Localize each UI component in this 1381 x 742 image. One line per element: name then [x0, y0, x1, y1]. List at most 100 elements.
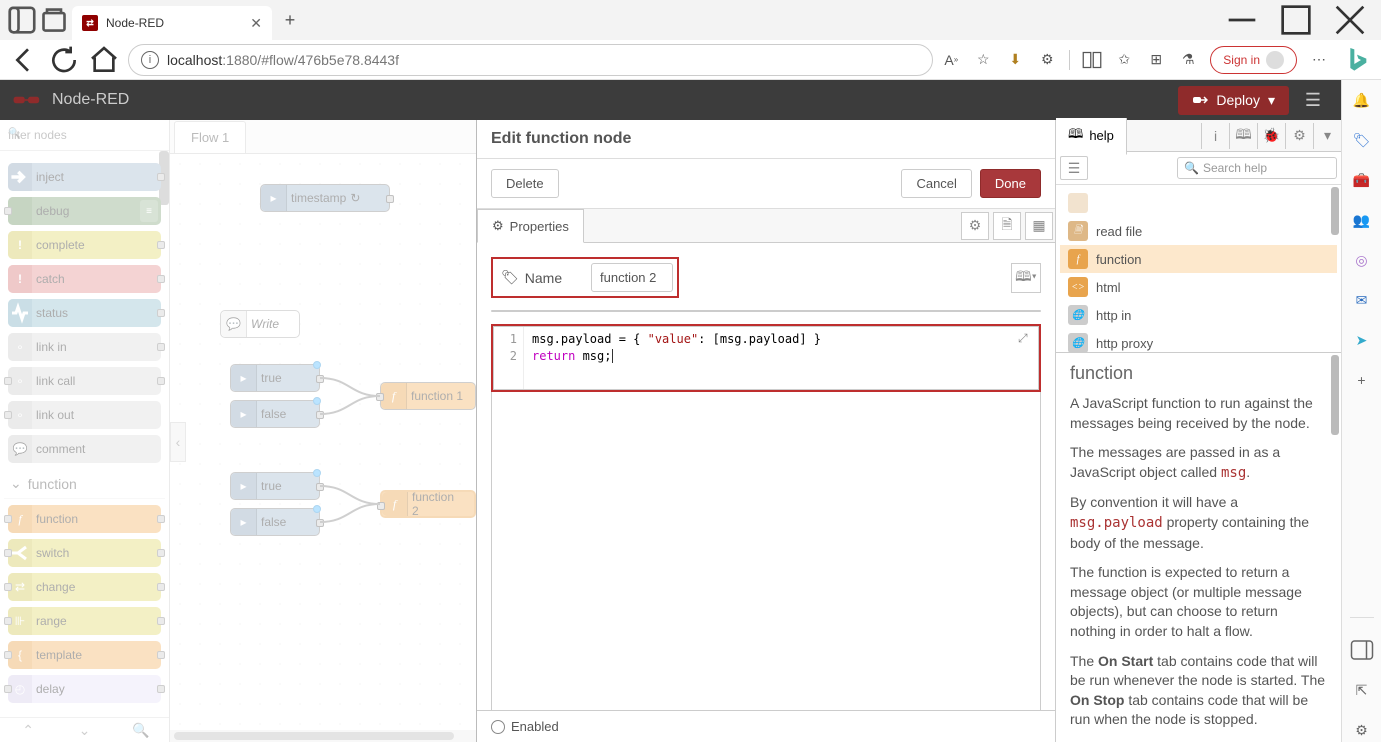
new-tab-button[interactable]: + [276, 6, 304, 34]
tab-close-icon[interactable]: ✕ [250, 15, 262, 32]
outlook-icon[interactable]: ✉ [1350, 288, 1374, 312]
help-tab[interactable]: 🕮help [1056, 118, 1127, 155]
workspaces-icon[interactable] [40, 6, 68, 34]
bing-icon[interactable] [1341, 44, 1373, 76]
nodelist-item-selected[interactable]: ffunction [1060, 245, 1337, 273]
url-box[interactable]: i localhost:1880/#flow/476b5e78.8443f [128, 44, 933, 76]
toc-icon[interactable]: ☰ [1060, 156, 1088, 180]
palette-node-inject[interactable]: inject [8, 163, 161, 191]
canvas-node-true2[interactable]: ▸true [230, 472, 320, 500]
palette-category-function[interactable]: ⌄function [4, 469, 165, 499]
palette-node-debug[interactable]: debug≡ [8, 197, 161, 225]
tag-sidebar-icon[interactable]: 🏷 [1350, 128, 1374, 152]
onstop-tab[interactable]: On Stop [904, 311, 1040, 312]
canvas-node-false2[interactable]: ▸false [230, 508, 320, 536]
signin-button[interactable]: Sign in [1210, 46, 1297, 74]
canvas-node-timestamp[interactable]: ▸timestamp ↻ [260, 184, 390, 212]
cancel-button[interactable]: Cancel [901, 169, 971, 198]
menu-button[interactable]: ☰ [1297, 84, 1329, 116]
canvas-node-true1[interactable]: ▸true [230, 364, 320, 392]
onstart-tab[interactable]: On Start [629, 311, 766, 312]
gear2-icon[interactable]: ⚙ [961, 212, 989, 240]
canvas-node-function2[interactable]: ffunction 2 [380, 490, 476, 518]
panel-icon[interactable] [1350, 638, 1374, 662]
nodelist-item[interactable]: <>html [1060, 273, 1337, 301]
palette-node-catch[interactable]: !catch [8, 265, 161, 293]
palette-expand-icon[interactable]: ⌄ [56, 718, 112, 742]
desc-icon[interactable]: 🗎 [993, 212, 1021, 240]
more-icon[interactable]: ⋯ [1309, 50, 1329, 70]
copilot-icon[interactable]: ◎ [1350, 248, 1374, 272]
info-tab-icon[interactable]: i [1201, 123, 1229, 149]
bell-icon[interactable]: 🔔 [1350, 88, 1374, 112]
read-aloud-icon[interactable]: A» [941, 50, 961, 70]
palette-node-status[interactable]: status [8, 299, 161, 327]
tag-icon: 🏷 [501, 269, 519, 286]
doc-scrollbar[interactable] [1331, 355, 1339, 435]
palette-node-delay[interactable]: ◴delay [8, 675, 161, 703]
onmessage-tab[interactable]: On Message [767, 311, 904, 312]
people-icon[interactable]: 👥 [1350, 208, 1374, 232]
split-screen-icon[interactable] [1082, 50, 1102, 70]
palette-node-change[interactable]: ⇄change [8, 573, 161, 601]
book-tab-icon[interactable]: 🕮 [1229, 123, 1257, 149]
appearance-icon[interactable]: ▦ [1025, 212, 1053, 240]
setup-tab[interactable]: ⚙Setup [492, 311, 629, 312]
canvas-node-false1[interactable]: ▸false [230, 400, 320, 428]
palette-node-comment[interactable]: 💬comment [8, 435, 161, 463]
minimize-icon[interactable] [1219, 4, 1265, 36]
palette-node-linkin[interactable]: ∘link in [8, 333, 161, 361]
nodelist-item[interactable]: 🌐http proxy [1060, 329, 1337, 353]
favorite-icon[interactable]: ☆ [973, 50, 993, 70]
canvas-node-write[interactable]: 💬Write [220, 310, 300, 338]
palette-node-linkcall[interactable]: ∘link call [8, 367, 161, 395]
close-window-icon[interactable] [1327, 4, 1373, 36]
debug-tab-icon[interactable]: 🐞 [1257, 123, 1285, 149]
toolbox-icon[interactable]: 🧰 [1350, 168, 1374, 192]
palette-node-linkout[interactable]: ∘link out [8, 401, 161, 429]
properties-tab[interactable]: ⚙ Properties [477, 209, 584, 243]
collapse-palette-icon[interactable]: ‹ [170, 422, 186, 462]
flow-tab[interactable]: Flow 1 [174, 121, 246, 153]
maximize-icon[interactable] [1273, 4, 1319, 36]
palette-filter-input[interactable] [4, 124, 165, 146]
extensions-icon[interactable]: ⚙ [1037, 50, 1057, 70]
name-bookmark-icon[interactable]: 🕮▾ [1011, 263, 1041, 293]
edit-panel: Edit function node Delete Cancel Done ⚙ … [476, 120, 1056, 742]
nodelist-item[interactable] [1060, 189, 1337, 217]
done-button[interactable]: Done [980, 169, 1041, 198]
refresh-button[interactable] [48, 44, 80, 76]
site-info-icon[interactable]: i [141, 51, 159, 69]
config-tab-icon[interactable]: ⚙ [1285, 123, 1313, 149]
back-button[interactable] [8, 44, 40, 76]
extension2-icon[interactable]: ⚗ [1178, 50, 1198, 70]
delete-button[interactable]: Delete [491, 169, 559, 198]
nodelist-item[interactable]: 🌐http in [1060, 301, 1337, 329]
palette-node-complete[interactable]: !complete [8, 231, 161, 259]
settings-icon[interactable]: ⚙ [1350, 718, 1374, 742]
code-editor[interactable]: 12 msg.payload = { "value": [msg.payload… [493, 326, 1039, 390]
dropdown-tab-icon[interactable]: ▾ [1313, 123, 1341, 149]
deploy-button[interactable]: Deploy ▾ [1178, 86, 1289, 115]
download-manager-icon[interactable]: ⬇ [1005, 50, 1025, 70]
enabled-toggle[interactable] [491, 720, 505, 734]
send-icon[interactable]: ➤ [1350, 328, 1374, 352]
name-input[interactable] [591, 263, 673, 292]
palette-node-function[interactable]: ffunction [8, 505, 161, 533]
palette-node-range[interactable]: ⊪range [8, 607, 161, 635]
nodelist-item[interactable]: 🗎read file [1060, 217, 1337, 245]
help-search[interactable]: 🔍 Search help [1177, 157, 1337, 179]
palette-collapse-icon[interactable]: ⌃ [0, 718, 56, 742]
favorites-bar-icon[interactable]: ✩ [1114, 50, 1134, 70]
collections-icon[interactable]: ⊞ [1146, 50, 1166, 70]
expand-editor-icon[interactable]: ⤢ [1018, 331, 1034, 347]
browser-tab[interactable]: ⇄ Node-RED ✕ [72, 6, 272, 40]
palette-search-icon[interactable]: 🔍 [113, 718, 169, 742]
palette-node-template[interactable]: {template [8, 641, 161, 669]
tab-overview-icon[interactable] [8, 6, 36, 34]
share-icon[interactable]: ⇱ [1350, 678, 1374, 702]
palette-node-switch[interactable]: switch [8, 539, 161, 567]
plus-icon[interactable]: + [1350, 368, 1374, 392]
home-button[interactable] [88, 44, 120, 76]
canvas-node-function1[interactable]: ffunction 1 [380, 382, 476, 410]
